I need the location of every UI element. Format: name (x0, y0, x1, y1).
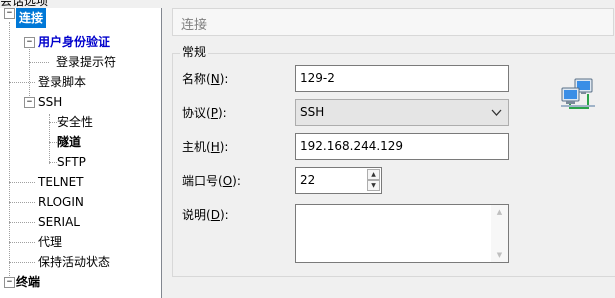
tree-item-label: 终端 (16, 275, 41, 289)
description-label: 说明(D): (182, 208, 229, 222)
tree-item-label: 用户身份验证 (38, 35, 111, 49)
tree-connector (49, 142, 57, 143)
protocol-value: SSH (300, 105, 325, 119)
port-stepper[interactable]: 22 ▲ ▼ (295, 167, 382, 194)
panel-title: 连接 (181, 18, 208, 33)
port-value: 22 (300, 173, 316, 187)
tree-item-label: RLOGIN (38, 195, 84, 209)
port-spin-buttons: ▲ ▼ (367, 169, 380, 192)
name-input[interactable]: 129-2 (295, 65, 509, 92)
port-label: 端口号(O): (182, 174, 241, 188)
description-textarea[interactable]: ▲ ▼ (295, 204, 509, 263)
tree-item-label: TELNET (38, 175, 84, 189)
expander-user-auth[interactable]: − (24, 37, 35, 48)
tree-item-label: 安全性 (57, 115, 94, 129)
tree-connector (9, 222, 35, 223)
tree-connector (9, 242, 35, 243)
network-computers-icon (560, 78, 596, 110)
expander-terminal[interactable]: − (4, 277, 15, 288)
tree-connector (9, 262, 35, 263)
tree-connector (29, 44, 30, 98)
category-tree[interactable]: − − − − 连接 用户身份验证 登录提示符 登录脚本 SSH 安全性 隧道 … (0, 8, 162, 298)
description-scrollbar[interactable]: ▲ ▼ (491, 205, 508, 262)
host-input[interactable]: 192.168.244.129 (295, 133, 509, 160)
tree-item-label: 隧道 (57, 135, 82, 149)
scroll-down-icon[interactable]: ▼ (491, 251, 508, 259)
tree-connector (9, 202, 35, 203)
host-label: 主机(H): (182, 140, 229, 154)
tree-item-label: 保持活动状态 (38, 255, 111, 269)
tree-item-label: 代理 (38, 235, 63, 249)
tree-connector (49, 122, 57, 123)
expander-ssh[interactable]: − (24, 97, 35, 108)
panel-header: 连接 (172, 8, 614, 36)
tree-item-label: SFTP (57, 155, 86, 169)
tree-connector (29, 62, 49, 63)
spin-down-icon[interactable]: ▼ (367, 180, 380, 191)
protocol-label: 协议(P): (182, 106, 227, 120)
tree-item-label: 登录提示符 (56, 55, 117, 69)
spin-up-icon[interactable]: ▲ (367, 169, 380, 180)
tree-item-label: SSH (38, 95, 63, 109)
tree-connector (9, 22, 10, 288)
protocol-select[interactable]: SSH (295, 99, 509, 126)
tree-item-label: 登录脚本 (38, 75, 87, 89)
tree-connector (49, 162, 57, 163)
chevron-down-icon (491, 100, 502, 134)
tree-connector (9, 182, 35, 183)
tree-connector (9, 82, 35, 83)
group-label: 常规 (180, 43, 209, 60)
scroll-up-icon[interactable]: ▲ (491, 208, 508, 216)
tree-item-label: 连接 (16, 8, 47, 28)
tree-item-label: SERIAL (38, 215, 80, 229)
name-label: 名称(N): (182, 72, 229, 86)
expander-connection[interactable]: − (4, 8, 15, 19)
